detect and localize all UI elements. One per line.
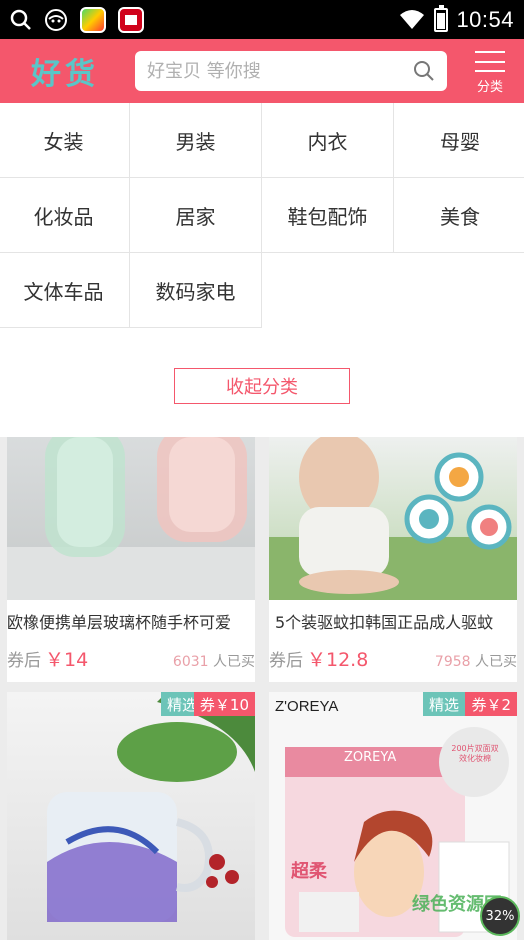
search-box[interactable] (135, 51, 447, 91)
category-baby[interactable]: 母婴 (394, 103, 524, 178)
battery-icon (434, 4, 449, 32)
product-image (7, 437, 255, 600)
face-mask-icon (45, 8, 67, 31)
category-shoes-bags[interactable]: 鞋包配饰 (262, 178, 394, 253)
category-women[interactable]: 女装 (0, 103, 130, 178)
progress-indicator: 32% (480, 896, 520, 936)
price-row: 券后 ￥12.8 7958 人已买 (269, 645, 517, 672)
product-card[interactable]: 精选 券￥10 (7, 692, 255, 940)
news-app-icon (118, 6, 144, 33)
category-men[interactable]: 男装 (130, 103, 262, 178)
product-title: 欧橡便携单层玻璃杯随手杯可爱 (7, 613, 232, 632)
category-digital[interactable]: 数码家电 (130, 253, 262, 328)
price: ￥14 (45, 649, 89, 671)
sold-count: 7958 人已买 (434, 654, 517, 670)
coupon-badge: 券￥2 (465, 692, 517, 716)
product-card[interactable]: 5个装驱蚊扣韩国正品成人驱蚊 券后 ￥12.8 7958 人已买 (269, 437, 517, 682)
menu-icon (475, 51, 505, 72)
app-header: 好货 分类 (0, 39, 524, 103)
product-title: 5个装驱蚊扣韩国正品成人驱蚊 (275, 613, 494, 632)
price-row: 券后 ￥14 6031 人已买 (7, 645, 255, 672)
wifi-icon (400, 9, 425, 29)
pick-badge: 精选 (422, 692, 465, 716)
clock: 10:54 (456, 6, 514, 32)
coupon-badge: 券￥10 (193, 692, 255, 716)
app-store-icon (80, 6, 106, 33)
product-feed: 欧橡便携单层玻璃杯随手杯可爱 券后 ￥14 6031 人已买 5个装驱蚊扣韩国正… (0, 437, 524, 940)
category-cosmetics[interactable]: 化妆品 (0, 178, 130, 253)
product-card[interactable]: 欧橡便携单层玻璃杯随手杯可爱 券后 ￥14 6031 人已买 (7, 437, 255, 682)
category-home[interactable]: 居家 (130, 178, 262, 253)
sold-count: 6031 人已买 (172, 654, 255, 670)
pack-text: 超柔 (291, 861, 327, 882)
category-food[interactable]: 美食 (394, 178, 524, 253)
price-prefix: 券后 (269, 651, 303, 671)
category-sports-auto[interactable]: 文体车品 (0, 253, 130, 328)
pack-circle: 200片双面双效化妆棉 (451, 744, 499, 763)
search-icon (10, 9, 31, 30)
category-label: 分类 (476, 80, 503, 95)
category-menu-button[interactable]: 分类 (468, 47, 512, 95)
pack-brand: ZOREYA (344, 750, 397, 765)
search-icon[interactable] (413, 60, 435, 82)
price-prefix: 券后 (7, 651, 41, 671)
product-image (269, 437, 517, 600)
status-bar: 10:54 (0, 0, 524, 39)
app-logo: 好货 (31, 57, 99, 92)
category-underwear[interactable]: 内衣 (262, 103, 394, 178)
collapse-categories-button[interactable]: 收起分类 (174, 368, 350, 404)
product-image (7, 692, 255, 940)
search-input[interactable] (147, 60, 413, 82)
category-panel: 女装 男装 内衣 母婴 化妆品 居家 鞋包配饰 美食 文体车品 数码家电 收起分… (0, 103, 524, 437)
price: ￥12.8 (307, 649, 369, 671)
